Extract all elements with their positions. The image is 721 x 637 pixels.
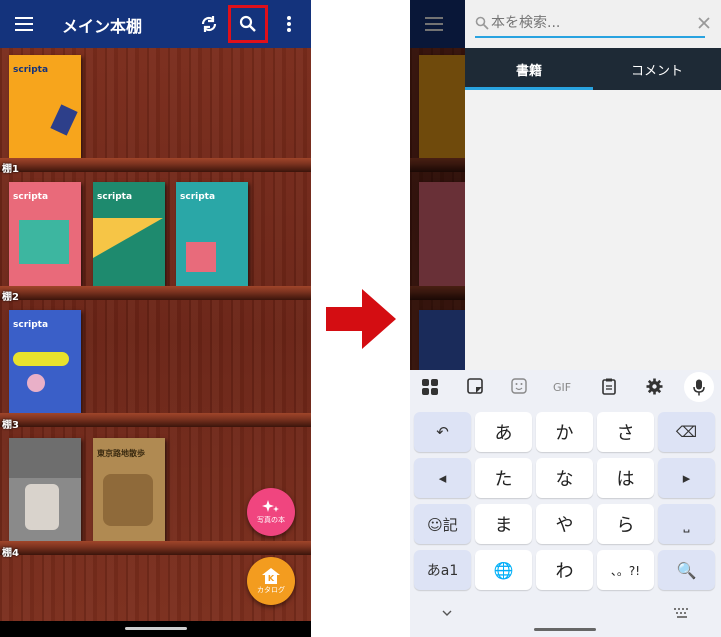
search-input[interactable] [491,12,661,34]
shelf-label: 棚2 [2,292,19,303]
search-icon [239,15,256,32]
key-ya[interactable]: や [536,504,593,544]
book-cover[interactable] [9,438,81,542]
shelf-label: 棚4 [2,548,19,559]
key-search[interactable]: 🔍 [658,550,715,590]
sparkle-icon [262,499,279,512]
soft-keyboard: GIF ↶ あ か さ ⌫ ◂ た な は ▸ ☺記 ま や ら ⎵ あa1 🌐… [410,370,721,637]
gif-button[interactable]: GIF [553,381,571,394]
key-wa[interactable]: わ [536,550,593,590]
key-emoji-symbols[interactable]: ☺記 [414,504,471,544]
tab-bar: 書籍 コメント [465,48,721,90]
key-left[interactable]: ◂ [414,458,471,498]
mic-button[interactable] [684,372,714,402]
shelf-board [0,286,311,300]
key-backspace[interactable]: ⌫ [658,412,715,452]
key-right[interactable]: ▸ [658,458,715,498]
key-a[interactable]: あ [475,412,532,452]
app-bar: メイン本棚 [0,0,311,48]
tab-label: コメント [630,63,683,79]
book-cover[interactable]: scripta [9,182,81,286]
clipboard-icon[interactable] [602,378,616,395]
key-ha[interactable]: は [597,458,654,498]
home-gesture-bar[interactable] [124,627,187,630]
key-ka[interactable]: か [536,412,593,452]
page-title: メイン本棚 [62,17,143,36]
search-results [465,90,721,370]
key-globe[interactable]: 🌐 [475,550,532,590]
key-ma[interactable]: ま [475,504,532,544]
shelf-board [0,413,311,427]
book-title: scripta [13,65,49,75]
book-cover[interactable]: scripta [9,55,81,159]
close-icon[interactable] [697,16,711,30]
chevron-down-icon[interactable] [442,610,452,616]
fab-label: 写真の本 [257,515,285,524]
shelf-board [0,541,311,555]
search-field [475,12,705,38]
shelf-board [0,158,311,172]
book-cover[interactable]: scripta [93,182,165,286]
tab-books[interactable]: 書籍 [465,48,593,90]
shelf-label: 棚1 [2,164,19,175]
key-ta[interactable]: た [475,458,532,498]
fab-label: カタログ [257,585,285,594]
svg-text:K: K [268,574,275,583]
book-cover[interactable]: scripta [9,310,81,414]
catalog-fab[interactable]: K カタログ [247,557,295,605]
menu-icon[interactable] [14,14,34,34]
book-cover[interactable]: scripta [176,182,248,286]
search-bar [465,0,721,48]
tab-comments[interactable]: コメント [593,48,721,90]
key-na[interactable]: な [536,458,593,498]
mic-icon [693,379,705,395]
book-title: 東京路地散歩 [97,449,145,458]
dim-overlay[interactable] [410,0,465,370]
book-title: scripta [13,320,49,330]
sync-icon[interactable] [198,13,220,35]
sticker-icon[interactable] [467,378,483,394]
book-title: scripta [180,192,216,202]
search-screen: 書籍 コメント GIF ↶ あ か さ ⌫ ◂ た な は ▸ ☺記 ま や ら [410,0,721,637]
home-gesture-bar[interactable] [534,628,596,631]
key-input-mode[interactable]: あa1 [414,550,471,590]
keyboard-switch-icon[interactable] [674,608,690,618]
book-title: scripta [13,192,49,202]
book-title: scripta [97,192,133,202]
book-cover[interactable]: 東京路地散歩 [93,438,165,542]
apps-icon[interactable] [421,378,439,396]
keyboard-toolbar: GIF [410,370,721,406]
search-button[interactable] [228,5,268,43]
key-sa[interactable]: さ [597,412,654,452]
shelf-label: 棚3 [2,420,19,431]
recommend-fab[interactable]: 写真の本 [247,488,295,536]
system-nav-bar [0,621,311,637]
transition-arrow-icon [326,289,396,349]
search-icon [475,16,489,30]
key-punctuation[interactable]: 、。?! [597,550,654,590]
emoji-icon[interactable] [511,378,527,394]
more-vert-icon[interactable] [282,14,296,34]
tab-label: 書籍 [515,63,542,79]
settings-icon[interactable] [646,378,663,395]
catalog-home-icon: K [262,567,280,584]
key-space[interactable]: ⎵ [658,504,715,544]
key-undo[interactable]: ↶ [414,412,471,452]
key-ra[interactable]: ら [597,504,654,544]
bookshelf-screen: scripta 棚1 scripta scripta scripta 棚2 sc… [0,0,311,637]
